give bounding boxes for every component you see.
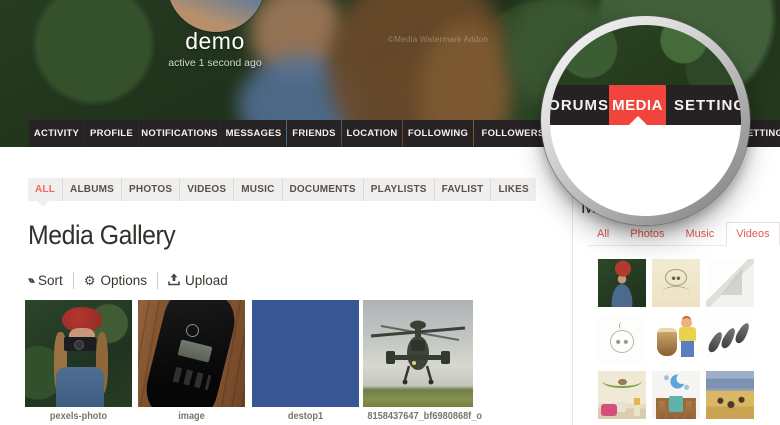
media-item-image[interactable] (138, 300, 245, 407)
thumb-detail (74, 339, 85, 350)
tab-favlist[interactable]: FAVLIST (435, 178, 492, 201)
gear-icon: ⚙ (83, 273, 96, 288)
username: demo (185, 28, 245, 54)
thumb-detail (56, 367, 105, 407)
media-caption: image (178, 411, 205, 422)
media-item-helicopter[interactable] (363, 300, 473, 407)
sidebar-thumbnail-grid (598, 259, 754, 419)
toolbar-divider (72, 272, 74, 289)
page-title: Media Gallery (28, 220, 176, 250)
watermark-text: ©Media Watermark Addon (388, 35, 489, 44)
upload-button[interactable]: Upload (168, 273, 228, 289)
thumb-detail (720, 267, 743, 296)
thumb-detail (661, 285, 691, 300)
tab-playlists[interactable]: PLAYLISTS (364, 178, 435, 201)
sidebar-thumb-girl-sketch[interactable] (652, 259, 700, 307)
media-caption: pexels-photo (49, 411, 108, 422)
thumb-detail (634, 397, 641, 417)
nav-item-location[interactable]: LOCATION (342, 120, 402, 147)
profile-media-page: ©Media Watermark Addon demo active 1 sec… (0, 0, 780, 425)
tab-likes[interactable]: LIKES (491, 178, 535, 201)
thumb-detail (618, 378, 627, 386)
media-caption: destop1 (287, 411, 324, 422)
media-item-destop1[interactable] (252, 300, 359, 407)
sort-button[interactable]: ▾▴ Sort (28, 273, 63, 288)
tab-albums[interactable]: ALBUMS (63, 178, 123, 201)
sidebar-thumb-nursery-room[interactable] (598, 371, 646, 419)
tab-documents[interactable]: DOCUMENTS (283, 178, 364, 201)
helicopter-graphic (370, 320, 466, 385)
thumb-detail (678, 327, 697, 342)
magnified-media-tab: MEDIA (609, 85, 666, 125)
magnifier-lens-content: FORUMS MEDIA SETTINGS (550, 25, 741, 216)
thumb-detail (732, 320, 751, 345)
media-type-tabs: ALL ALBUMS PHOTOS VIDEOS MUSIC DOCUMENTS… (28, 178, 536, 201)
magnified-forums-tab: FORUMS (550, 96, 609, 114)
magnified-cover-photo (550, 25, 741, 85)
nav-item-notifications[interactable]: NOTIFICATIONS (139, 120, 220, 147)
thumb-detail (669, 395, 683, 413)
magnified-navbar: FORUMS MEDIA SETTINGS (550, 85, 741, 125)
magnified-settings-tab: SETTINGS (674, 96, 741, 114)
options-button[interactable]: ⚙ Options (84, 273, 147, 288)
sort-label: Sort (38, 273, 63, 288)
upload-label: Upload (185, 273, 228, 288)
sidebar-thumb-savanna-field[interactable] (706, 371, 754, 419)
magnified-media-label: MEDIA (612, 96, 663, 114)
nav-item-profile[interactable]: PROFILE (85, 120, 138, 147)
sidebar-tab-all[interactable]: All (588, 222, 618, 245)
upload-tray-icon (168, 273, 180, 289)
sidebar-media-tabs: All Photos Music Videos (588, 222, 780, 246)
nav-item-activity[interactable]: ACTIVITY (29, 120, 84, 147)
sidebar-border (572, 186, 573, 425)
magnified-active-notch (628, 116, 647, 125)
thumb-detail (600, 403, 618, 417)
thumb-detail (656, 328, 677, 357)
sort-arrows-icon: ▾▴ (28, 275, 35, 285)
sidebar-thumb-boy-with-drum[interactable] (652, 315, 700, 363)
tab-videos[interactable]: VIDEOS (180, 178, 235, 201)
gallery-toolbar: ▾▴ Sort ⚙ Options Upload (28, 272, 228, 289)
thumb-detail (680, 340, 695, 358)
sidebar-thumb-paper-plane-sketch[interactable] (706, 259, 754, 307)
thumb-detail (609, 330, 635, 354)
sidebar-thumb-crib-moon[interactable] (652, 371, 700, 419)
thumb-detail (665, 268, 687, 286)
toolbar-divider (157, 272, 158, 289)
sidebar-thumb-baby-sketch[interactable] (598, 315, 646, 363)
tab-photos[interactable]: PHOTOS (122, 178, 181, 201)
sidebar-thumb-feathers-sketch[interactable] (706, 315, 754, 363)
activity-status: active 1 second ago (168, 57, 262, 69)
magnifier-glass: FORUMS MEDIA SETTINGS (541, 16, 750, 225)
active-tab-notch (37, 201, 49, 207)
media-item-pexels-photo[interactable] (25, 300, 132, 407)
nav-item-friends[interactable]: FRIENDS (287, 120, 341, 147)
sidebar-tab-videos[interactable]: Videos (726, 222, 780, 246)
sidebar-thumb-woman-red-beanie[interactable] (598, 259, 646, 307)
magnified-page-background (550, 125, 741, 216)
tab-all[interactable]: ALL (28, 178, 64, 201)
media-caption: 8158437647_bf6980868f_o (367, 411, 482, 422)
options-label: Options (100, 273, 147, 288)
nav-item-following[interactable]: FOLLOWING (403, 120, 473, 147)
sidebar-tab-music[interactable]: Music (676, 222, 723, 245)
sidebar-tab-photos[interactable]: Photos (621, 222, 673, 245)
tab-music[interactable]: MUSIC (234, 178, 283, 201)
thumb-detail (619, 321, 625, 330)
nav-item-messages[interactable]: MESSAGES (221, 120, 286, 147)
